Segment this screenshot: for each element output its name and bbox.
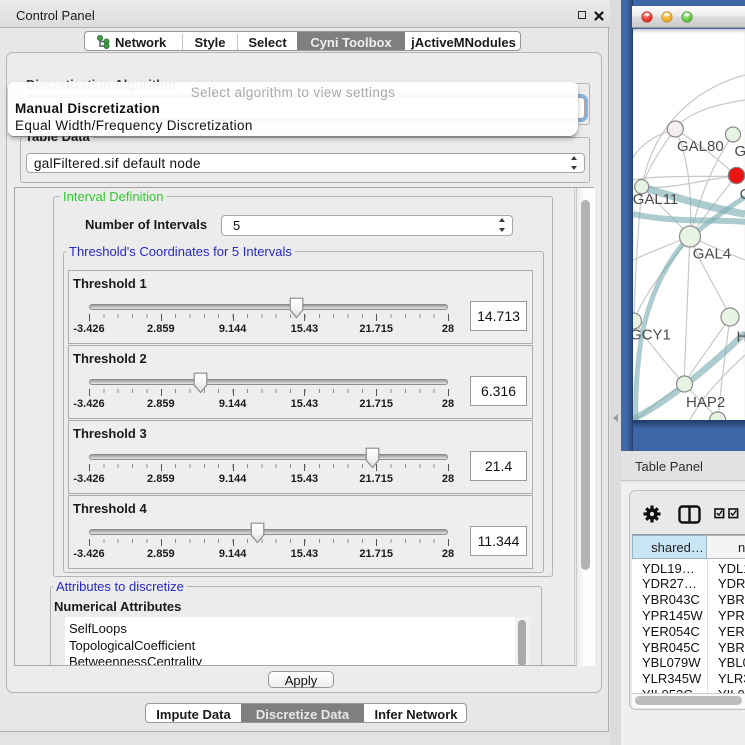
svg-text:GAL11: GAL11 — [633, 191, 678, 208]
svg-text:H: H — [737, 329, 745, 346]
svg-text:GAL80: GAL80 — [677, 138, 724, 155]
svg-text:GAL4: GAL4 — [693, 246, 731, 263]
svg-text:HAP2: HAP2 — [686, 394, 725, 411]
svg-text:GCY1: GCY1 — [633, 327, 671, 344]
svg-text:CY: CY — [740, 186, 745, 203]
svg-text:GAL: GAL — [735, 143, 745, 160]
